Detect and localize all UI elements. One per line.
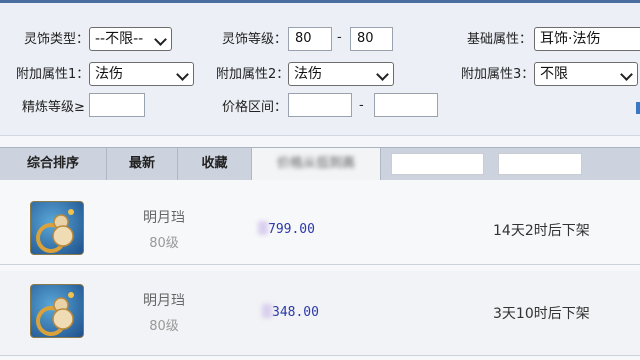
type-select-value: --不限-- xyxy=(95,31,144,47)
item-name[interactable]: 明月珰 xyxy=(104,290,224,310)
sort-filter-input-1[interactable] xyxy=(391,153,484,175)
extra1-select[interactable]: 法伤 xyxy=(89,62,194,86)
price-min-input[interactable] xyxy=(288,93,352,117)
chevron-down-icon xyxy=(154,33,167,46)
base-attr-select-value: 耳饰·法伤 xyxy=(540,31,601,47)
item-price-value: 348.00 xyxy=(272,305,319,320)
tab-sort-price-label: 价格从低到高 xyxy=(276,156,355,171)
price-label: 价格区间： xyxy=(222,100,288,115)
extra1-label: 附加属性1： xyxy=(16,67,90,82)
sort-filter-input-2[interactable] xyxy=(498,153,582,175)
price-max-input[interactable] xyxy=(374,93,438,117)
tab-sort-newest[interactable]: 最新 xyxy=(107,148,178,180)
tab-sort-default[interactable]: 综合排序 xyxy=(0,148,107,180)
extra2-select-value: 法伤 xyxy=(294,66,322,82)
level-min-input[interactable]: 80 xyxy=(288,27,332,51)
refine-input[interactable] xyxy=(89,93,145,117)
ornament-item-icon xyxy=(30,201,84,255)
extra2-select[interactable]: 法伤 xyxy=(288,62,394,86)
type-label: 灵饰类型： xyxy=(24,32,90,47)
price-dash: - xyxy=(359,98,364,113)
chevron-down-icon xyxy=(376,68,389,81)
listing-table: 明月珰 80级 799.00 14天2时后下架 明月珰 80级 348.00 3… xyxy=(0,180,640,360)
item-status: 3天10时后下架 xyxy=(493,306,590,322)
item-price: 799.00 xyxy=(258,221,315,237)
level-max-input[interactable]: 80 xyxy=(350,27,393,51)
filter-panel: 灵饰类型： --不限-- 灵饰等级： 80 - 80 基础属性： 耳饰·法伤 附… xyxy=(0,3,640,135)
chevron-down-icon xyxy=(620,68,633,81)
sort-bar: 综合排序 最新 收藏 价格从低到高 xyxy=(0,147,640,181)
table-row[interactable]: 明月珰 80级 348.00 3天10时后下架 xyxy=(0,271,640,356)
extra3-select-value: 不限 xyxy=(540,66,568,82)
chevron-down-icon xyxy=(176,68,189,81)
extra1-select-value: 法伤 xyxy=(95,66,123,82)
base-attr-label: 基础属性： xyxy=(467,32,533,47)
item-price-value: 799.00 xyxy=(268,222,315,237)
extra2-label: 附加属性2： xyxy=(216,67,290,82)
refine-label: 精炼等级≥ xyxy=(22,100,85,115)
price-mask xyxy=(258,221,268,235)
level-dash: - xyxy=(337,30,342,45)
table-row[interactable]: 明月珰 80级 799.00 14天2时后下架 xyxy=(0,180,640,265)
item-level: 80级 xyxy=(149,319,179,334)
ornament-item-icon xyxy=(30,284,84,338)
tab-sort-price[interactable]: 价格从低到高 xyxy=(252,148,381,180)
item-name[interactable]: 明月珰 xyxy=(104,207,224,227)
item-level: 80级 xyxy=(149,236,179,251)
extra3-select[interactable]: 不限 xyxy=(534,62,638,86)
level-label: 灵饰等级： xyxy=(222,32,288,47)
item-price: 348.00 xyxy=(262,304,319,320)
base-attr-select[interactable]: 耳饰·法伤 xyxy=(534,27,640,51)
extra3-label: 附加属性3： xyxy=(461,67,535,82)
side-marker-icon xyxy=(636,102,640,114)
type-select[interactable]: --不限-- xyxy=(89,27,172,51)
price-mask xyxy=(262,304,272,318)
item-status: 14天2时后下架 xyxy=(493,223,590,239)
tab-sort-favorite[interactable]: 收藏 xyxy=(178,148,252,180)
